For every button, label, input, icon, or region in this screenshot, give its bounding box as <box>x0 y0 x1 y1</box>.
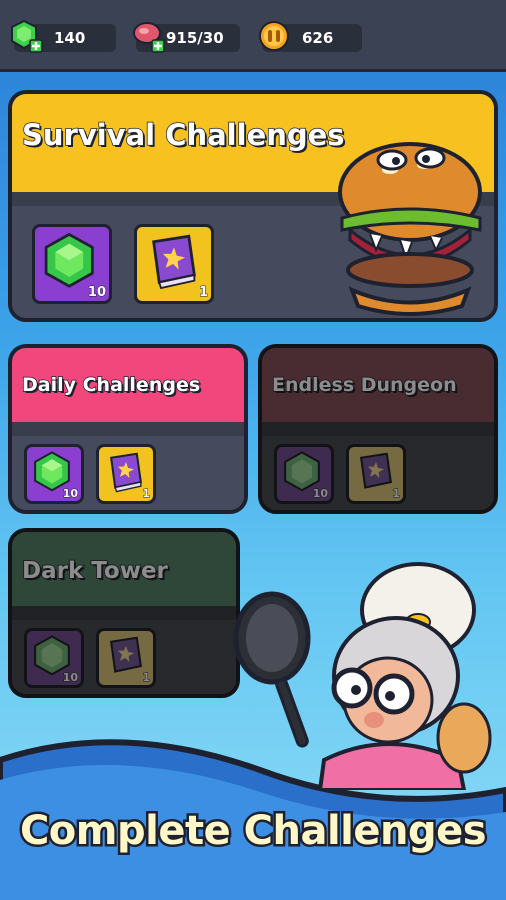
gems-counter[interactable]: 140 <box>11 19 116 53</box>
gem-count: 10 <box>87 285 106 301</box>
coins-counter[interactable]: 626 <box>259 21 362 52</box>
resource-bar: 140 915/30 626 <box>0 0 506 72</box>
gem-count: 10 <box>62 487 78 501</box>
complete-challenges-banner: Complete Challenges <box>17 806 489 857</box>
burger-monster-icon <box>338 142 482 316</box>
meat-counter[interactable]: 915/30 <box>133 22 240 53</box>
reward-gem: 10 <box>274 444 334 504</box>
tower-title: Dark Tower <box>21 557 168 585</box>
book-count: 1 <box>392 487 401 501</box>
meat-plus-icon <box>133 22 165 53</box>
coins-value: 626 <box>302 29 334 47</box>
tower-header: Dark Tower <box>12 532 236 606</box>
gem-count: 10 <box>312 487 328 501</box>
coin-icon <box>259 21 289 51</box>
reward-book: 1 <box>96 628 156 688</box>
dark-tower-card[interactable]: Dark Tower 10 1 <box>8 528 240 698</box>
daily-header: Daily Challenges <box>12 348 244 422</box>
reward-book: 1 <box>134 224 214 304</box>
daily-title: Daily Challenges <box>21 373 201 397</box>
endless-dungeon-card[interactable]: Endless Dungeon 10 1 <box>258 344 498 514</box>
gem-count: 10 <box>62 671 78 685</box>
reward-book: 1 <box>96 444 156 504</box>
book-count: 1 <box>142 671 151 685</box>
endless-header: Endless Dungeon <box>262 348 494 422</box>
reward-gem: 10 <box>24 628 84 688</box>
meat-value: 915/30 <box>166 29 224 47</box>
survival-title: Survival Challenges <box>21 117 345 153</box>
reward-gem: 10 <box>32 224 112 304</box>
book-count: 1 <box>142 487 151 501</box>
granny-chef-icon <box>233 562 492 790</box>
book-count: 1 <box>198 285 208 301</box>
daily-challenges-card[interactable]: Daily Challenges 10 1 <box>8 344 248 514</box>
gems-value: 140 <box>54 29 86 47</box>
endless-title: Endless Dungeon <box>271 373 457 397</box>
gem-plus-icon <box>11 19 43 53</box>
reward-gem: 10 <box>24 444 84 504</box>
reward-book: 1 <box>346 444 406 504</box>
frying-pan-icon <box>233 591 311 748</box>
